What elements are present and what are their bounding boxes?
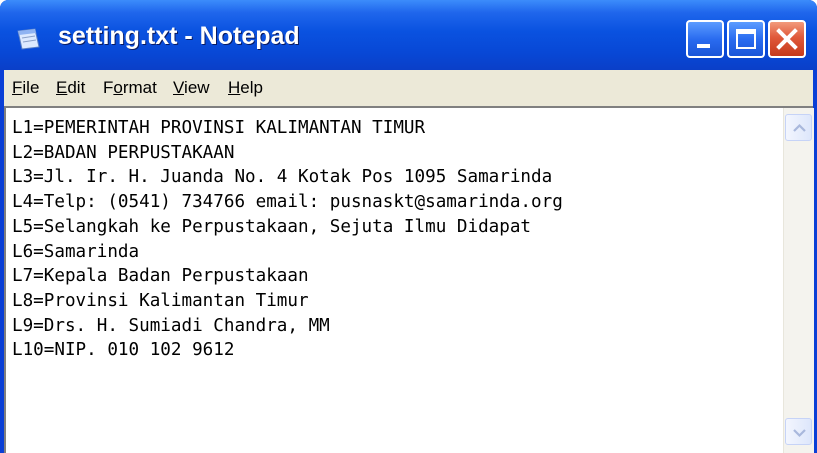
menu-format[interactable]: Format: [103, 78, 157, 98]
notepad-window: setting.txt - Notepad File Edit Format V…: [0, 0, 817, 453]
document-text[interactable]: L1=PEMERINTAH PROVINSI KALIMANTAN TIMUR L…: [12, 116, 563, 363]
menu-file[interactable]: File: [12, 78, 39, 98]
menu-view[interactable]: View: [173, 78, 210, 98]
maximize-icon: [736, 29, 756, 49]
text-line: L2=BADAN PERPUSTAKAAN: [12, 142, 235, 163]
text-line: L3=Jl. Ir. H. Juanda No. 4 Kotak Pos 109…: [12, 167, 553, 188]
chevron-up-icon: [793, 123, 806, 132]
vertical-scrollbar[interactable]: [783, 108, 814, 453]
text-line: L7=Kepala Badan Perpustakaan: [12, 266, 309, 287]
menu-help[interactable]: Help: [228, 78, 263, 98]
close-button[interactable]: [768, 20, 806, 58]
maximize-button[interactable]: [727, 20, 765, 58]
text-line: L4=Telp: (0541) 734766 email: pusnaskt@s…: [12, 192, 563, 213]
text-line: L6=Samarinda: [12, 241, 140, 262]
text-line: L5=Selangkah ke Perpustakaan, Sejuta Ilm…: [12, 216, 532, 237]
title-bar[interactable]: setting.txt - Notepad: [0, 0, 817, 70]
minimize-button[interactable]: [686, 20, 724, 58]
notepad-icon[interactable]: [15, 27, 43, 51]
chevron-down-icon: [793, 429, 806, 438]
window-title: setting.txt - Notepad: [58, 22, 300, 50]
text-line: L8=Provinsi Kalimantan Timur: [12, 290, 309, 311]
menu-bar: File Edit Format View Help: [4, 70, 813, 106]
text-line: L10=NIP. 010 102 9612: [12, 340, 235, 361]
text-line: L1=PEMERINTAH PROVINSI KALIMANTAN TIMUR: [12, 118, 426, 138]
scroll-down-button[interactable]: [785, 418, 812, 445]
scroll-up-button[interactable]: [785, 114, 812, 141]
close-icon: [776, 28, 798, 50]
minimize-icon: [697, 44, 710, 48]
menu-edit[interactable]: Edit: [56, 78, 85, 98]
text-line: L9=Drs. H. Sumiadi Chandra, MM: [12, 315, 330, 336]
